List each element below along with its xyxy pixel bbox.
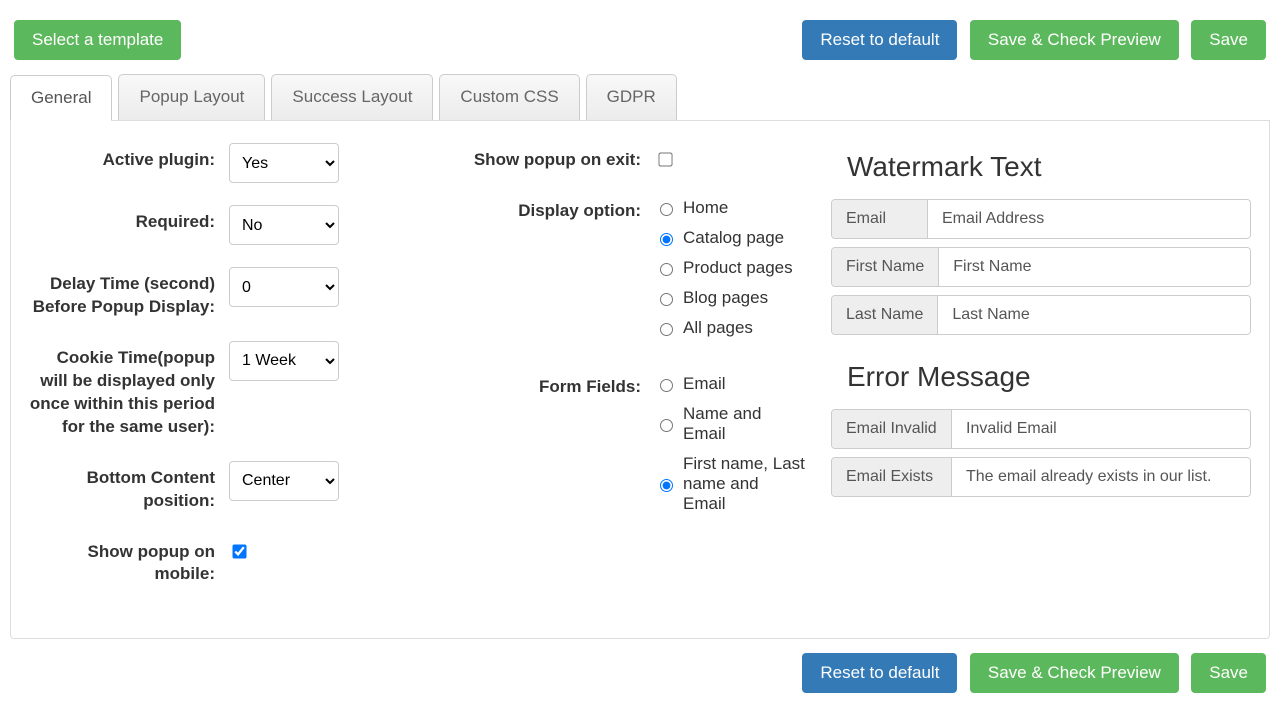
tab-success-layout[interactable]: Success Layout — [271, 74, 433, 120]
display-option-all[interactable]: All pages — [655, 318, 805, 338]
cookie-time-label: Cookie Time(popup will be displayed only… — [29, 341, 229, 439]
tab-custom-css[interactable]: Custom CSS — [439, 74, 579, 120]
display-option-blog-label: Blog pages — [683, 288, 768, 308]
save-check-preview-button-bottom[interactable]: Save & Check Preview — [970, 653, 1179, 693]
tab-popup-layout[interactable]: Popup Layout — [118, 74, 265, 120]
delay-time-label: Delay Time (second) Before Popup Display… — [29, 267, 229, 319]
select-template-button[interactable]: Select a template — [14, 20, 181, 60]
display-option-all-label: All pages — [683, 318, 753, 338]
form-fields-label: Form Fields: — [405, 370, 655, 399]
form-fields-email[interactable]: Email — [655, 374, 805, 394]
display-option-product[interactable]: Product pages — [655, 258, 805, 278]
save-button[interactable]: Save — [1191, 20, 1266, 60]
bottom-content-label: Bottom Content position: — [29, 461, 229, 513]
watermark-firstname-input[interactable] — [939, 248, 1250, 286]
show-exit-checkbox[interactable] — [658, 152, 672, 166]
error-email-invalid-input[interactable] — [952, 410, 1250, 448]
save-check-preview-button[interactable]: Save & Check Preview — [970, 20, 1179, 60]
cookie-time-select[interactable]: 1 Week — [229, 341, 339, 381]
display-option-catalog[interactable]: Catalog page — [655, 228, 805, 248]
watermark-firstname-addon: First Name — [832, 248, 939, 286]
error-email-exists-input[interactable] — [952, 458, 1250, 496]
save-button-bottom[interactable]: Save — [1191, 653, 1266, 693]
form-fields-full-label: First name, Last name and Email — [683, 454, 805, 514]
error-email-invalid-addon: Email Invalid — [832, 410, 952, 448]
watermark-lastname-input[interactable] — [938, 296, 1250, 334]
watermark-email-addon: Email — [832, 200, 928, 238]
display-option-label: Display option: — [405, 194, 655, 223]
display-option-product-label: Product pages — [683, 258, 793, 278]
form-fields-full[interactable]: First name, Last name and Email — [655, 454, 805, 514]
tab-gdpr[interactable]: GDPR — [586, 74, 677, 120]
tab-nav: General Popup Layout Success Layout Cust… — [10, 74, 1270, 121]
form-fields-email-label: Email — [683, 374, 726, 394]
show-mobile-checkbox[interactable] — [232, 544, 246, 558]
display-option-home[interactable]: Home — [655, 198, 805, 218]
display-option-home-label: Home — [683, 198, 728, 218]
bottom-content-select[interactable]: Center — [229, 461, 339, 501]
watermark-text-heading: Watermark Text — [847, 151, 1251, 183]
required-select[interactable]: No — [229, 205, 339, 245]
watermark-email-input[interactable] — [928, 200, 1250, 238]
show-exit-label: Show popup on exit: — [405, 143, 655, 172]
reset-default-button-bottom[interactable]: Reset to default — [802, 653, 957, 693]
tab-general[interactable]: General — [10, 75, 112, 121]
error-message-heading: Error Message — [847, 361, 1251, 393]
delay-time-select[interactable]: 0 — [229, 267, 339, 307]
required-label: Required: — [29, 205, 229, 234]
form-fields-name-email[interactable]: Name and Email — [655, 404, 805, 444]
active-plugin-label: Active plugin: — [29, 143, 229, 172]
active-plugin-select[interactable]: Yes — [229, 143, 339, 183]
error-email-exists-addon: Email Exists — [832, 458, 952, 496]
display-option-catalog-label: Catalog page — [683, 228, 784, 248]
display-option-blog[interactable]: Blog pages — [655, 288, 805, 308]
form-fields-name-email-label: Name and Email — [683, 404, 805, 444]
show-mobile-label: Show popup on mobile: — [29, 535, 229, 587]
watermark-lastname-addon: Last Name — [832, 296, 938, 334]
reset-default-button[interactable]: Reset to default — [802, 20, 957, 60]
settings-panel: Active plugin: Yes Required: No Delay Ti… — [10, 121, 1270, 639]
